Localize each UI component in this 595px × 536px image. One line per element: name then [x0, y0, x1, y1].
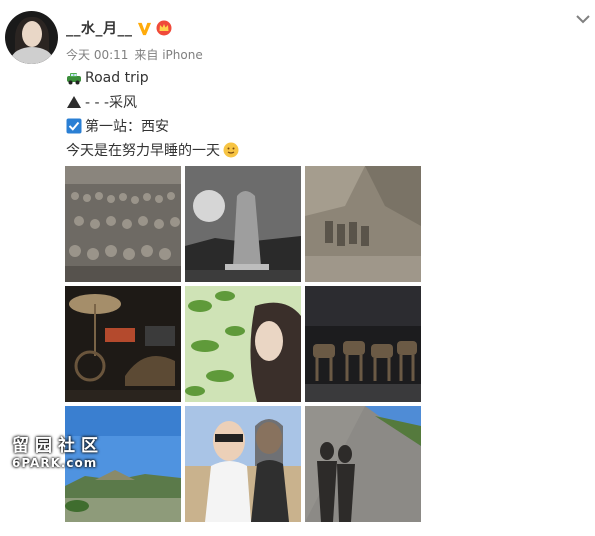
mountain-emoji-icon: [67, 96, 81, 108]
post-text: Road trip - - -采风 第一站：西安 今天是在努力早睡的一天: [66, 66, 239, 162]
verified-v-icon[interactable]: [137, 21, 152, 36]
selfie-leaves-image[interactable]: [185, 286, 301, 402]
post-line: Road trip: [66, 66, 239, 90]
post-line-text: - - -采风: [85, 95, 138, 111]
two-friends-selfie-image[interactable]: [185, 406, 301, 522]
terracotta-excavation-image[interactable]: [305, 166, 421, 282]
post-line-text: 第一站：西安: [85, 119, 169, 135]
post-line: 第一站：西安: [66, 114, 239, 138]
post-time[interactable]: 今天 00:11: [66, 46, 128, 63]
avatar[interactable]: [5, 11, 58, 64]
horse-chariot-museum-image[interactable]: [305, 286, 421, 402]
shadows-path-image[interactable]: [305, 406, 421, 522]
smile-emoji-icon: [223, 142, 239, 158]
post-line-text: Road trip: [85, 70, 149, 86]
crown-badge-icon[interactable]: [156, 20, 172, 36]
car-emoji-icon: [67, 73, 81, 85]
stone-monument-image[interactable]: [185, 166, 301, 282]
checkbox-emoji-icon: [66, 118, 82, 134]
watermark-en: 6PARK.com: [12, 456, 98, 470]
author-name[interactable]: __水_月__: [66, 18, 133, 38]
author-row: __水_月__: [66, 18, 172, 38]
bronze-chariot-image[interactable]: [65, 286, 181, 402]
post-line-text: 今天是在努力早睡的一天: [66, 143, 220, 159]
post-meta: 今天 00:11 来自 iPhone: [66, 46, 203, 63]
post-line: - - -采风: [66, 90, 239, 114]
post-line: 今天是在努力早睡的一天: [66, 138, 239, 162]
terracotta-pit-image[interactable]: [65, 166, 181, 282]
chevron-down-icon[interactable]: [574, 10, 592, 28]
photo-grid: [65, 166, 421, 522]
watermark: 留园社区 6PARK.com: [12, 436, 104, 470]
watermark-cn: 留园社区: [12, 436, 104, 456]
post-source: 来自 iPhone: [134, 48, 203, 62]
